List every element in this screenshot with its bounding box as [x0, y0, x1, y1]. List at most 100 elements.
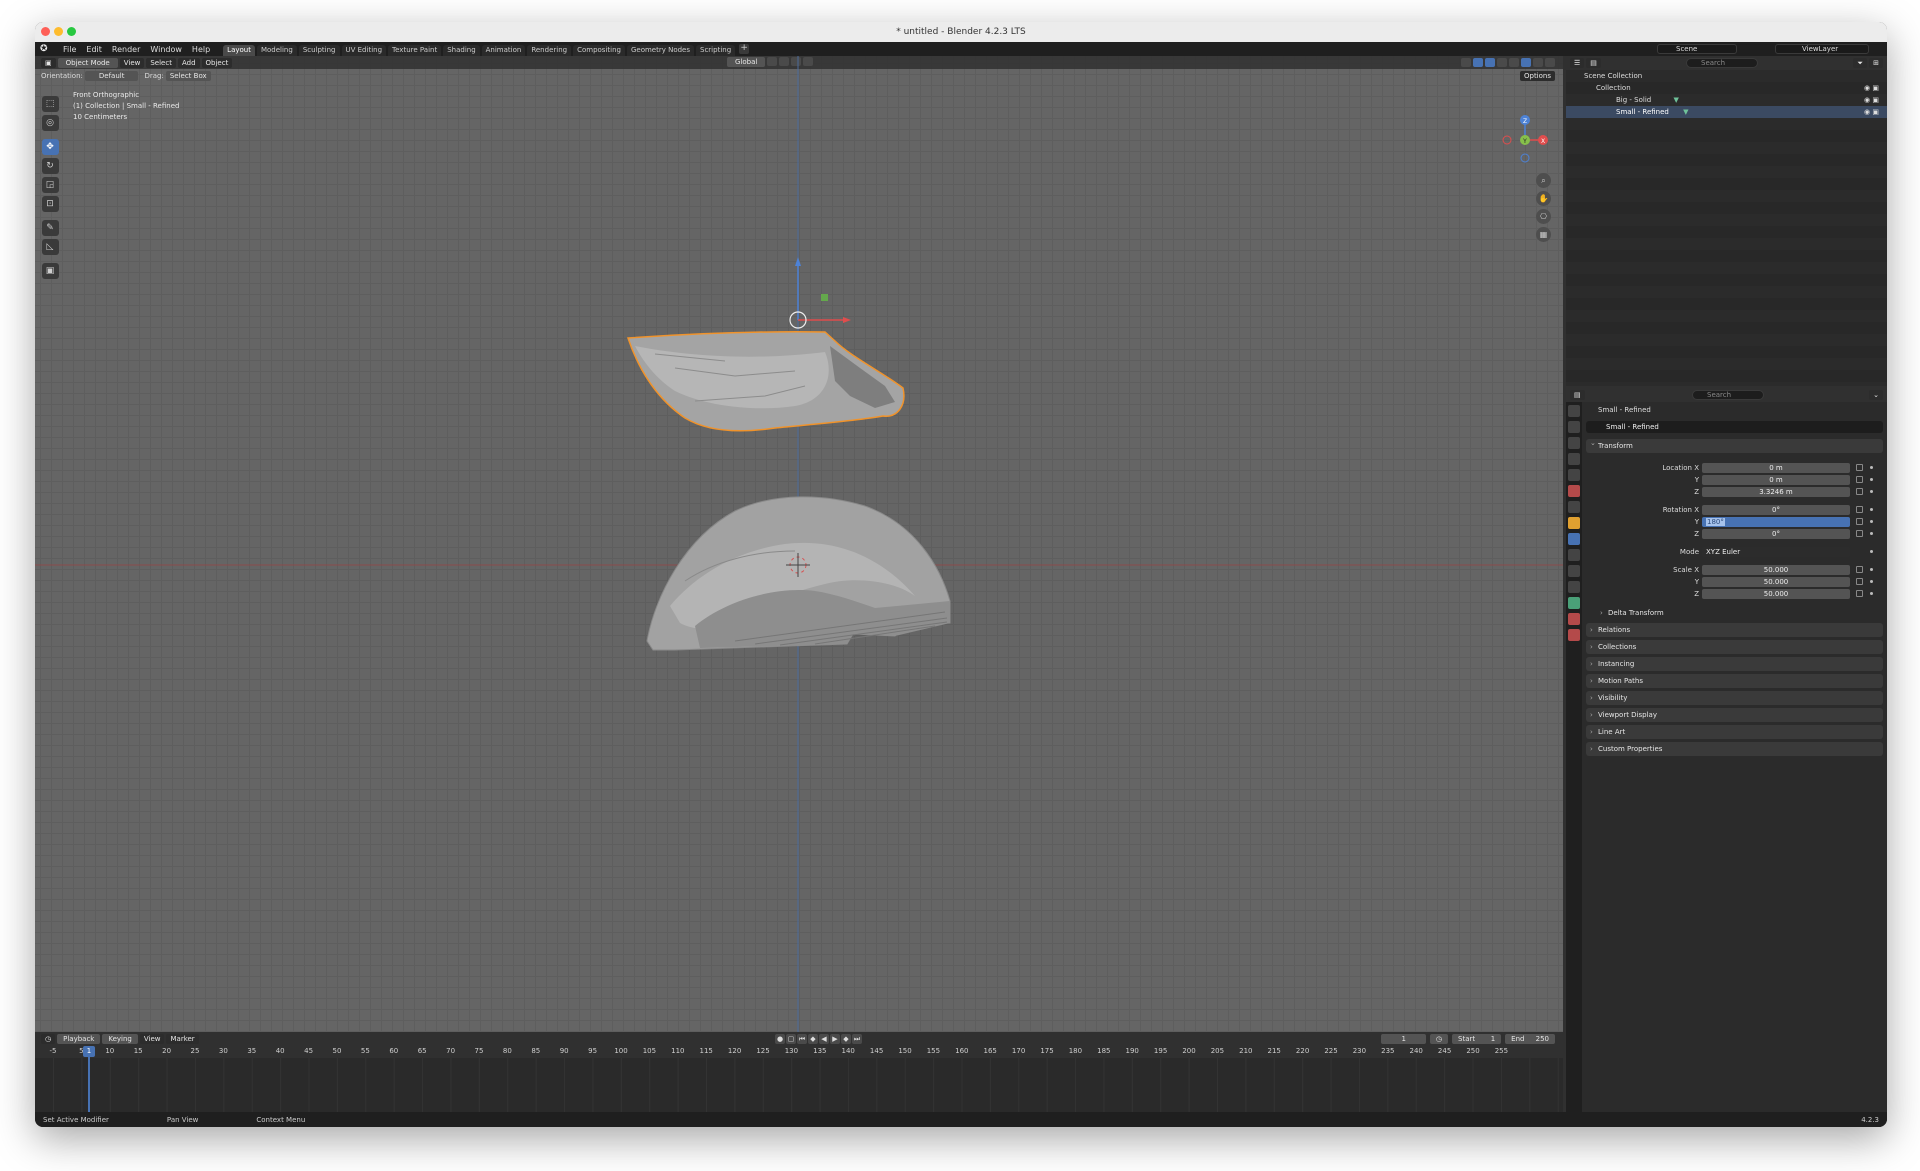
output-tab-icon[interactable] [1568, 437, 1580, 449]
keyframe-dot-icon[interactable] [1870, 490, 1873, 493]
tab-texture-paint[interactable]: Texture Paint [388, 45, 442, 56]
menu-window[interactable]: Window [145, 45, 187, 54]
blender-logo-icon[interactable]: ✪ [40, 43, 54, 55]
menu-help[interactable]: Help [187, 45, 215, 54]
custom-properties-panel[interactable]: Custom Properties [1586, 742, 1883, 756]
scale-z-field[interactable]: 50.000 [1702, 589, 1850, 599]
new-collection-icon[interactable]: ⊞ [1869, 58, 1883, 68]
tab-sculpting[interactable]: Sculpting [298, 45, 340, 56]
world-tab-icon[interactable] [1568, 485, 1580, 497]
outliner[interactable]: ☰ ▤ Search ⏷ ⊞ Scene Collection Collecti… [1566, 56, 1887, 386]
physics-tab-icon[interactable] [1568, 565, 1580, 577]
location-z-field[interactable]: 3.3246 m [1702, 487, 1850, 497]
properties-options-icon[interactable]: ⌄ [1869, 390, 1883, 400]
keyframe-dot-icon[interactable] [1870, 592, 1873, 595]
next-keyframe-icon[interactable]: ◆ [841, 1034, 851, 1044]
keyframe-dot-icon[interactable] [1870, 532, 1873, 535]
viewport-display-panel[interactable]: Viewport Display [1586, 708, 1883, 722]
menu-render[interactable]: Render [107, 45, 145, 54]
visibility-panel[interactable]: Visibility [1586, 691, 1883, 705]
rotation-z-field[interactable]: 0° [1702, 529, 1850, 539]
render-tab-icon[interactable] [1568, 421, 1580, 433]
timeline-view-menu[interactable]: View [139, 1034, 165, 1044]
close-window-button[interactable] [41, 27, 50, 36]
record-icon[interactable]: ● [775, 1034, 785, 1044]
lock-icon[interactable] [1856, 566, 1863, 573]
jump-end-icon[interactable]: ⏭ [852, 1034, 862, 1044]
tree-row-small-refined[interactable]: Small - Refined ▼ ◉ ▣ [1566, 106, 1887, 118]
delta-transform-subpanel[interactable]: Delta Transform [1596, 606, 1883, 620]
keyframe-dot-icon[interactable] [1870, 550, 1873, 553]
playhead-frame-label[interactable]: 1 [83, 1046, 95, 1057]
big-solid-visibility-icon[interactable]: ◉ ▣ [1864, 94, 1879, 106]
3d-viewport[interactable]: ▣ Object Mode View Select Add Object Glo… [35, 56, 1563, 1032]
keyframe-dot-icon[interactable] [1870, 520, 1873, 523]
menu-file[interactable]: File [58, 45, 81, 54]
tab-compositing[interactable]: Compositing [573, 45, 625, 56]
lock-icon[interactable] [1856, 578, 1863, 585]
rotation-y-field[interactable]: 180° [1702, 517, 1850, 527]
view-layer-selector[interactable]: ViewLayer [1775, 44, 1869, 54]
motion-paths-panel[interactable]: Motion Paths [1586, 674, 1883, 688]
instancing-panel[interactable]: Instancing [1586, 657, 1883, 671]
constraints-tab-icon[interactable] [1568, 581, 1580, 593]
tab-geometry-nodes[interactable]: Geometry Nodes [626, 45, 695, 56]
tab-layout[interactable]: Layout [223, 45, 255, 56]
scene-selector[interactable]: Scene [1657, 44, 1737, 54]
tab-animation[interactable]: Animation [481, 45, 526, 56]
rotation-mode-dropdown[interactable]: XYZ Euler [1702, 547, 1850, 557]
tree-row-collection[interactable]: Collection ◉ ▣ [1566, 82, 1887, 94]
outliner-search-input[interactable]: Search [1686, 58, 1758, 68]
small-refined-visibility-icon[interactable]: ◉ ▣ [1864, 106, 1879, 118]
scale-x-field[interactable]: 50.000 [1702, 565, 1850, 575]
scale-y-field[interactable]: 50.000 [1702, 577, 1850, 587]
tab-rendering[interactable]: Rendering [527, 45, 572, 56]
outliner-editor-type-icon[interactable]: ☰ [1570, 58, 1585, 68]
end-frame-field[interactable]: End 250 [1505, 1034, 1555, 1044]
menu-edit[interactable]: Edit [81, 45, 107, 54]
ortho-toggle-icon[interactable]: ▦ [1536, 227, 1551, 242]
keying-menu[interactable]: Keying [102, 1034, 138, 1044]
view-layer-tab-icon[interactable] [1568, 453, 1580, 465]
scene-canvas[interactable]: Z Y X [35, 56, 1563, 1032]
keyframe-dot-icon[interactable] [1870, 478, 1873, 481]
jump-start-icon[interactable]: ⏮ [797, 1034, 807, 1044]
tab-shading[interactable]: Shading [443, 45, 480, 56]
playback-menu[interactable]: Playback [57, 1034, 101, 1044]
lock-icon[interactable] [1856, 518, 1863, 525]
tree-row-scene-collection[interactable]: Scene Collection [1566, 70, 1887, 82]
location-x-field[interactable]: 0 m [1702, 463, 1850, 473]
tab-uv-editing[interactable]: UV Editing [341, 45, 387, 56]
object-tab-icon[interactable] [1568, 517, 1580, 529]
collections-panel[interactable]: Collections [1586, 640, 1883, 654]
modifiers-tab-icon[interactable] [1568, 533, 1580, 545]
lock-icon[interactable] [1856, 590, 1863, 597]
add-workspace-button[interactable]: + [739, 44, 750, 54]
properties-search-input[interactable]: Search [1692, 390, 1764, 400]
lock-icon[interactable] [1856, 506, 1863, 513]
collection-tab-icon[interactable] [1568, 501, 1580, 513]
rotation-x-field[interactable]: 0° [1702, 505, 1850, 515]
properties-editor-type-icon[interactable]: ▤ [1570, 390, 1585, 400]
timeline-editor-type-icon[interactable]: ◷ [41, 1034, 56, 1044]
timeline-tracks[interactable] [35, 1058, 1563, 1112]
marker-menu[interactable]: Marker [166, 1034, 199, 1044]
keyframe-dot-icon[interactable] [1870, 508, 1873, 511]
properties-editor[interactable]: ▤ Search ⌄ Small - Refined Small - Refin… [1566, 388, 1887, 1112]
zoom-view-icon[interactable]: ⌕ [1536, 173, 1551, 188]
keyframe-dot-icon[interactable] [1870, 568, 1873, 571]
lock-icon[interactable] [1856, 476, 1863, 483]
minimize-window-button[interactable] [54, 27, 63, 36]
play-icon[interactable]: ▶ [830, 1034, 840, 1044]
tab-modeling[interactable]: Modeling [256, 45, 297, 56]
keyframe-dot-icon[interactable] [1870, 580, 1873, 583]
tool-tab-icon[interactable] [1568, 405, 1580, 417]
relations-panel[interactable]: Relations [1586, 623, 1883, 637]
object-name-field[interactable]: Small - Refined [1586, 421, 1883, 433]
texture-tab-icon[interactable] [1568, 629, 1580, 641]
display-mode-icon[interactable]: ▤ [1586, 58, 1601, 68]
start-frame-field[interactable]: Start 1 [1452, 1034, 1502, 1044]
pan-view-icon[interactable]: ✋ [1536, 191, 1551, 206]
autokey-icon[interactable]: ▢ [786, 1034, 796, 1044]
current-frame-field[interactable]: 1 [1381, 1034, 1426, 1044]
